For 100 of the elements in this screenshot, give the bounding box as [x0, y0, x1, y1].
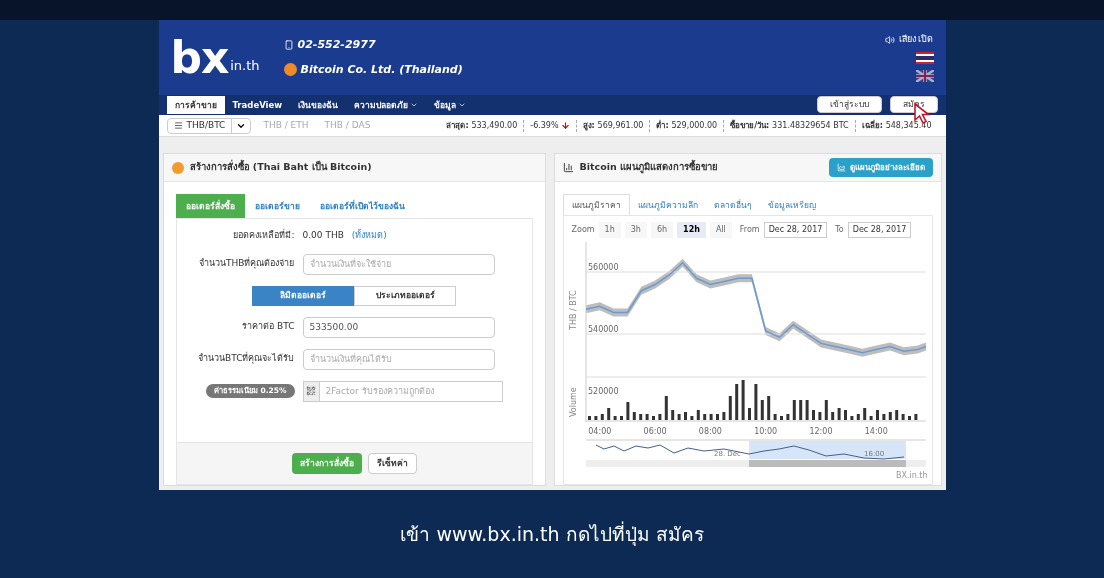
price-field[interactable]: 533500.00	[302, 316, 495, 338]
nav-tab[interactable]: ข้อมูล	[426, 96, 475, 114]
volume-bar	[792, 400, 796, 420]
volume-bar	[677, 414, 681, 420]
volume-bar	[632, 412, 636, 420]
volume-bar	[779, 416, 783, 420]
reset-button[interactable]: รีเซ็ทค่า	[367, 453, 417, 474]
volume-bar	[881, 414, 885, 420]
volume-bar	[843, 410, 847, 420]
receive-amount-field[interactable]: จำนวนเงินที่คุณได้รับ	[302, 348, 495, 370]
company-name: Bitcoin Co. Ltd. (Thailand)	[300, 61, 463, 78]
nav-tab[interactable]: เงินของฉัน	[290, 96, 347, 114]
volume-bar	[862, 408, 866, 420]
volume-bar	[901, 414, 905, 420]
volume-bar	[913, 414, 917, 420]
volume-bar	[728, 396, 732, 420]
nav-tab[interactable]: TradeView	[224, 96, 291, 114]
login-button[interactable]: เข้าสู่ระบบ	[816, 96, 882, 113]
zoom-button[interactable]: 6h	[650, 222, 674, 238]
from-date-field[interactable]: Dec 28, 2017	[763, 222, 828, 238]
nav-tab[interactable]: ความปลอดภัย	[346, 96, 427, 114]
to-date-field[interactable]: Dec 28, 2017	[847, 222, 912, 238]
volume-bar	[619, 416, 623, 420]
volume-bar	[849, 416, 853, 420]
volume-bar	[593, 416, 597, 420]
area-chart-icon	[836, 163, 846, 172]
zoom-button[interactable]: All	[709, 222, 732, 238]
volume-bar	[741, 380, 745, 420]
sound-toggle[interactable]: เสียง เปิด	[898, 32, 934, 47]
axis-tick: 10:00	[753, 427, 777, 436]
volume-bar	[856, 414, 860, 420]
order-type-toggle[interactable]: ลิมิตออเดอร์	[252, 285, 354, 306]
volume-bar	[709, 414, 713, 420]
two-factor-field[interactable]: 2Factor รับรองความถูกต้อง	[319, 380, 503, 402]
field-label: จำนวนTHBที่คุณต้องจ่าย	[198, 257, 295, 271]
volume-bar	[907, 416, 911, 420]
ticker-stat: เฉลี่ย: 548,345.40	[854, 119, 938, 132]
order-tab[interactable]: ออเดอร์ขาย	[244, 194, 310, 218]
zoom-label: Zoom	[571, 224, 595, 236]
order-type-toggle[interactable]: ประเภทออเดอร์	[354, 285, 456, 306]
from-label: From	[739, 224, 760, 236]
chart-tab[interactable]: แผนภูมิราคา	[562, 194, 630, 216]
axis-tick: 540000	[587, 325, 619, 335]
axis-tick: 06:00	[643, 427, 667, 436]
volume-bar	[587, 416, 591, 420]
site-logo[interactable]: bx	[170, 35, 229, 80]
menu-icon	[173, 121, 183, 130]
ticker-stat: ซื้อขาย/วัน: 331.48329654 BTC	[723, 119, 855, 132]
zoom-button[interactable]: 12h	[677, 222, 706, 238]
video-caption: เข้า www.bx.in.th กดไปที่ปุ่ม สมัคร	[400, 520, 704, 548]
speaker-icon[interactable]	[884, 34, 895, 45]
zoom-button[interactable]: 1h	[598, 222, 621, 238]
volume-bar	[811, 410, 815, 420]
navigator-selection[interactable]	[748, 441, 906, 459]
pay-amount-field[interactable]: จำนวนเงินที่จะใช้จ่าย	[302, 253, 495, 275]
ticker-stat: สูง: 569,961.00	[575, 119, 650, 132]
ticker-stat: ล่าสุด: 533,490.00	[445, 119, 519, 132]
axis-tick: 08:00	[698, 427, 722, 436]
chart-tab[interactable]: ตลาดอื่นๆ	[705, 194, 760, 216]
order-tab[interactable]: ออเดอร์ที่เปิดไว้ของฉัน	[309, 194, 415, 218]
balance-value: 0.00 THB	[302, 229, 344, 242]
volume-bar	[766, 396, 770, 420]
chart-tab[interactable]: ข้อมูลเหรียญ	[759, 194, 824, 216]
volume-bar	[894, 410, 898, 420]
chart-tab[interactable]: แผนภูมิความลึก	[629, 194, 706, 216]
down-arrow-icon	[560, 120, 570, 130]
volume-bar	[657, 414, 661, 420]
volume-bar	[760, 400, 764, 420]
phone-icon	[283, 40, 294, 51]
axis-tick: 520000	[587, 387, 619, 397]
volume-bar	[888, 412, 892, 420]
volume-bar	[625, 402, 629, 420]
phone-number: 02-552-2977	[297, 37, 376, 53]
volume-bar	[824, 400, 828, 420]
ticker-stat: -6.39%	[523, 119, 576, 132]
field-label: ยอดคงเหลือที่มี:	[232, 229, 295, 242]
volume-bar	[773, 414, 777, 420]
axis-label: THB / BTC	[568, 290, 578, 330]
volume-bar	[606, 408, 610, 420]
volume-bar	[600, 414, 604, 420]
volume-bar	[683, 412, 687, 420]
volume-bar	[689, 416, 693, 420]
axis-tick: 12:00	[808, 427, 832, 436]
volume-bar	[875, 410, 879, 420]
volume-bar	[715, 414, 719, 420]
volume-bar	[670, 410, 674, 420]
volume-bar	[817, 412, 821, 420]
scrollbar-thumb[interactable]	[748, 460, 906, 467]
zoom-button[interactable]: 3h	[624, 222, 647, 238]
all-balance-link[interactable]: (ทั้งหมด)	[351, 229, 387, 243]
pair-selector[interactable]: THB/BTC	[166, 117, 252, 134]
flag-icon[interactable]	[915, 52, 934, 65]
nav-tab[interactable]: การค้าขาย	[166, 96, 225, 114]
field-label: ราคาต่อ BTC	[241, 320, 295, 334]
volume-bar	[613, 416, 617, 420]
panel-title: Bitcoin แผนภูมิแสดงการซื้อขาย	[579, 160, 719, 175]
volume-bar	[645, 414, 649, 420]
volume-bar	[664, 396, 668, 420]
volume-bar	[696, 410, 700, 420]
volume-bar	[651, 416, 655, 420]
